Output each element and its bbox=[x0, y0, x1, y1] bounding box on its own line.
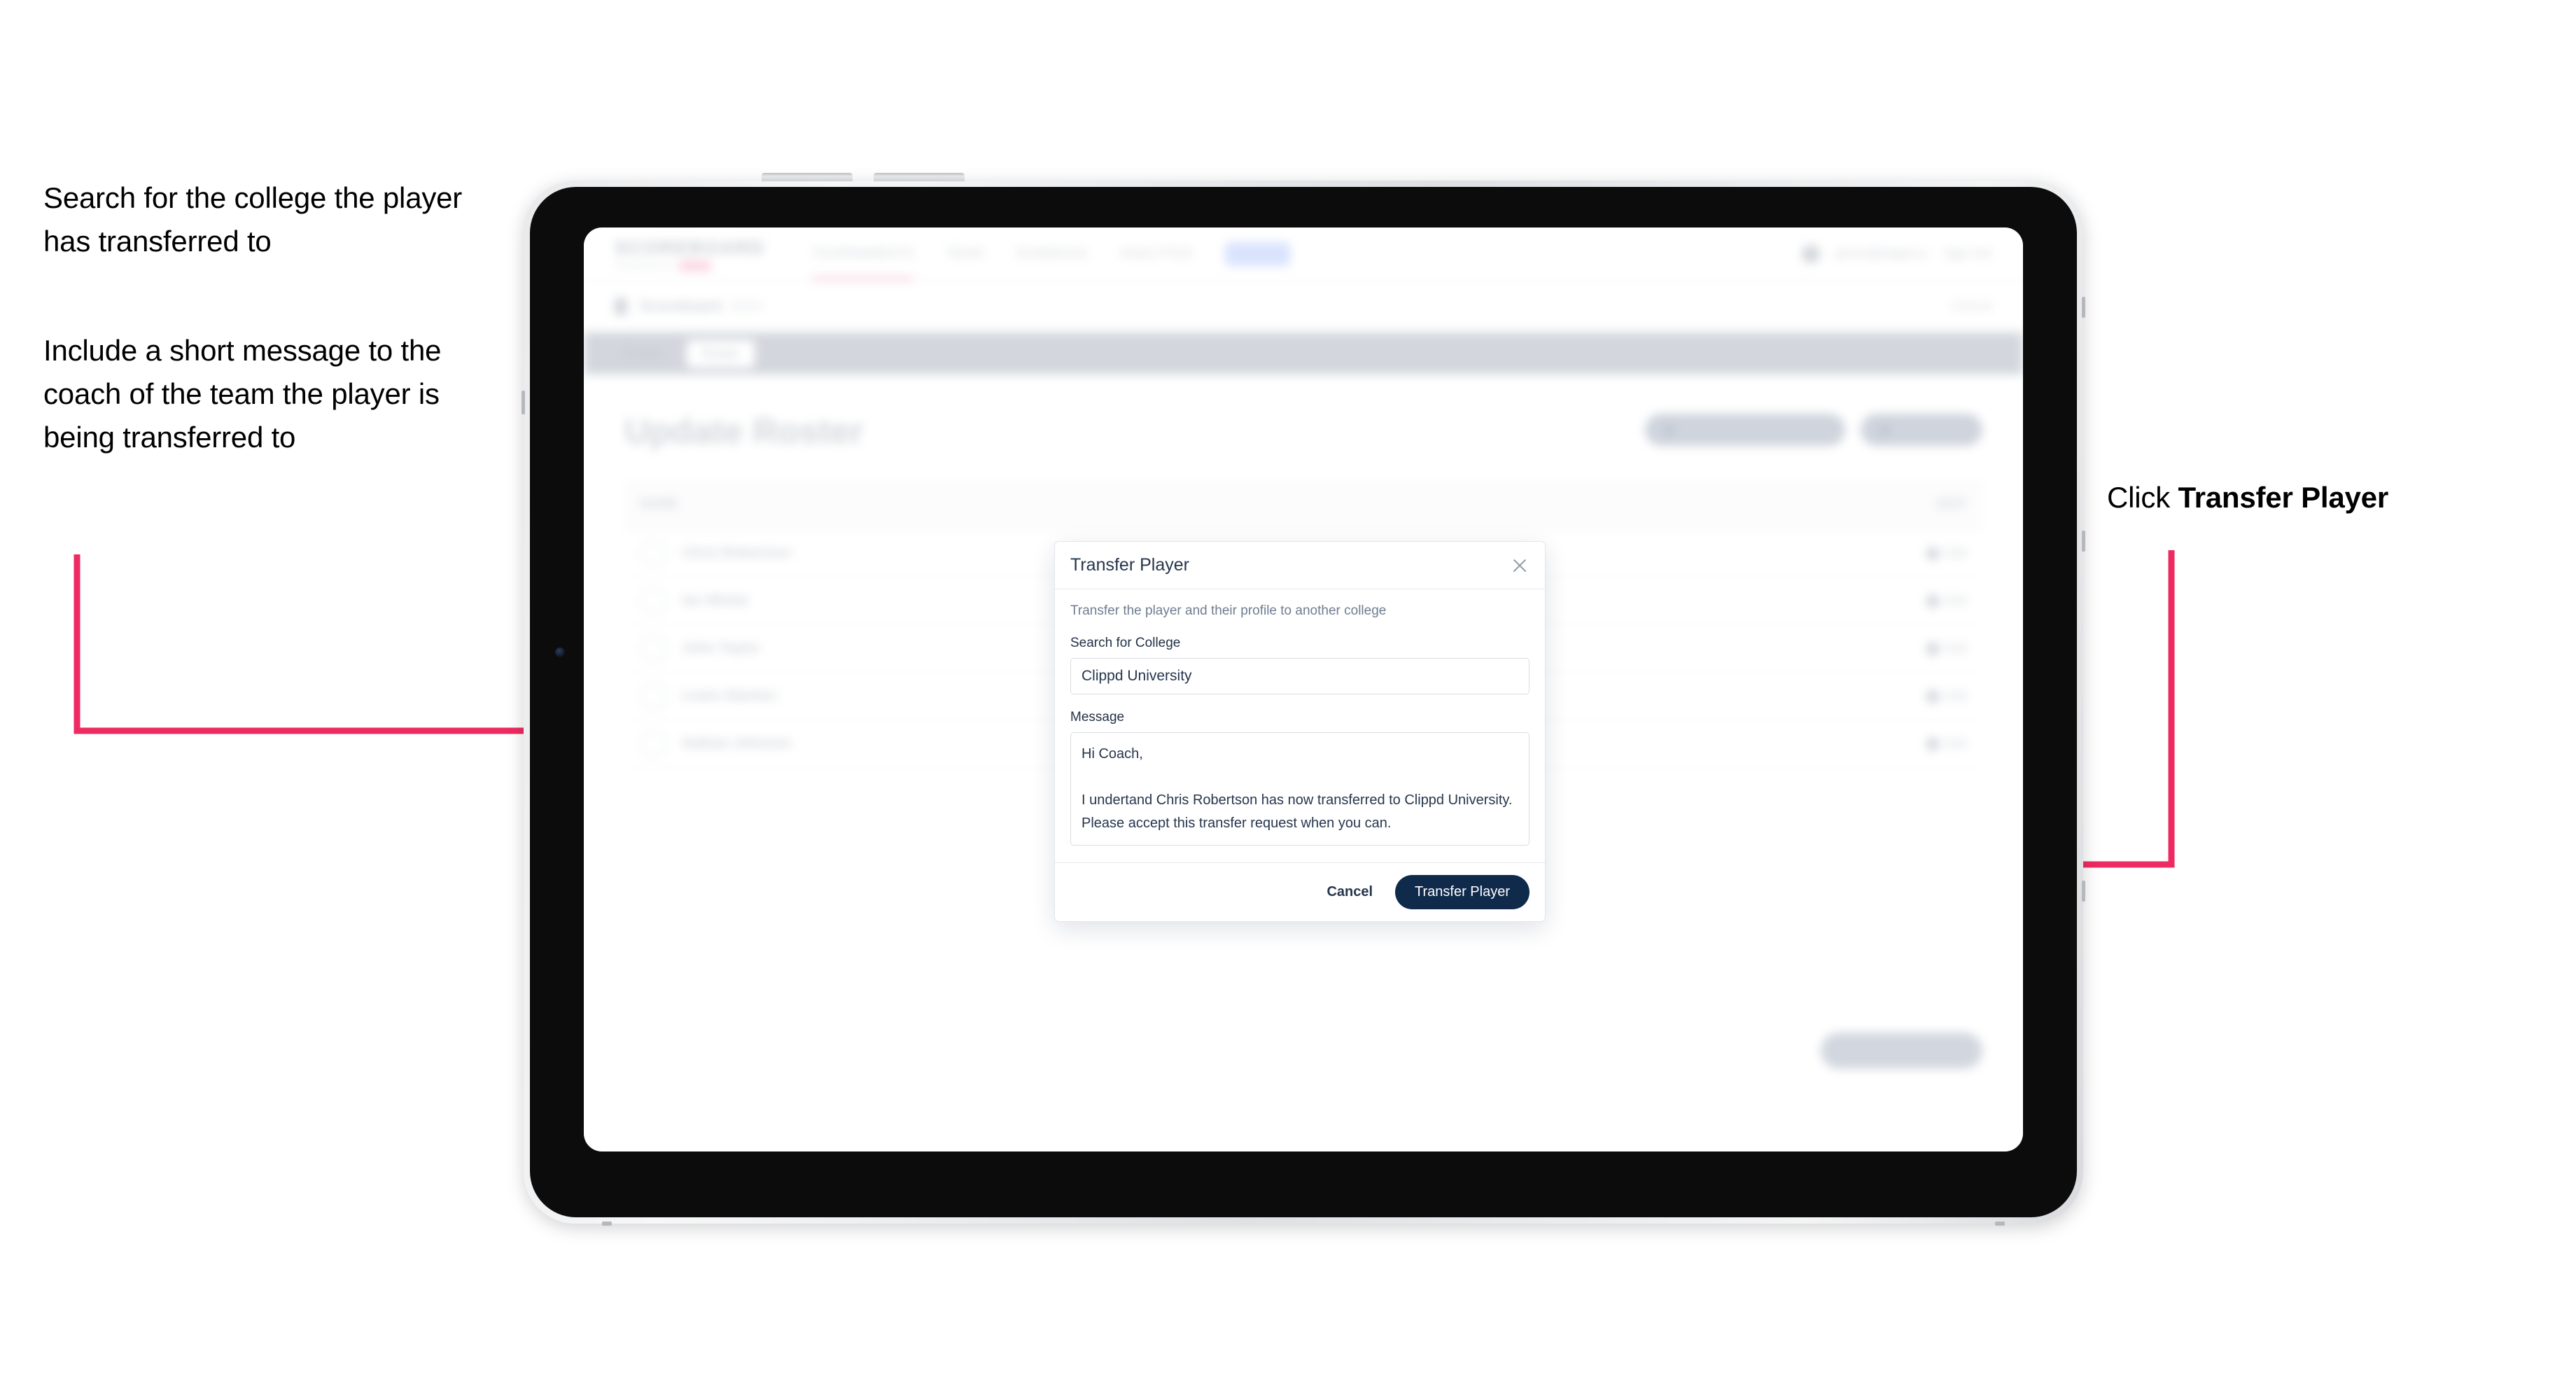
dialog-header: Transfer Player bbox=[1055, 542, 1545, 589]
annotation-click-prefix: Click bbox=[2107, 481, 2178, 514]
bottom-antenna-notch-1 bbox=[602, 1222, 612, 1226]
dialog-title: Transfer Player bbox=[1070, 555, 1189, 575]
search-college-input[interactable] bbox=[1070, 658, 1530, 694]
right-antenna-notch-1 bbox=[2082, 297, 2085, 318]
dialog-description: Transfer the player and their profile to… bbox=[1070, 603, 1387, 618]
modal-overlay: Transfer Player Transfer the player and … bbox=[584, 227, 2023, 1152]
dialog-footer: Cancel Transfer Player bbox=[1055, 862, 1545, 921]
close-icon[interactable] bbox=[1510, 556, 1530, 575]
tablet-screen: SCOREBOARD POWERED BY clippd TOURNAMENTS… bbox=[584, 227, 2023, 1152]
volume-up-button[interactable] bbox=[762, 173, 853, 181]
message-label: Message bbox=[1070, 710, 1125, 724]
tablet-bezel: SCOREBOARD POWERED BY clippd TOURNAMENTS… bbox=[530, 187, 2077, 1217]
front-camera-icon bbox=[555, 648, 565, 657]
right-antenna-notch-3 bbox=[2082, 881, 2085, 902]
cancel-button[interactable]: Cancel bbox=[1322, 883, 1377, 901]
left-antenna-notch bbox=[522, 391, 525, 414]
annotation-click-strong: Transfer Player bbox=[2178, 481, 2388, 514]
volume-down-button[interactable] bbox=[874, 173, 965, 181]
transfer-player-button[interactable]: Transfer Player bbox=[1395, 875, 1530, 909]
annotation-search-college: Search for the college the player has tr… bbox=[43, 181, 463, 258]
transfer-player-dialog: Transfer Player Transfer the player and … bbox=[1054, 541, 1546, 922]
annotation-click-transfer: Click Transfer Player bbox=[2107, 476, 2555, 519]
search-college-label: Search for College bbox=[1070, 636, 1181, 650]
dialog-body: Transfer the player and their profile to… bbox=[1055, 589, 1545, 862]
right-antenna-notch-2 bbox=[2082, 531, 2085, 552]
tablet-device: SCOREBOARD POWERED BY clippd TOURNAMENTS… bbox=[522, 173, 2085, 1226]
message-textarea[interactable]: Hi Coach, I undertand Chris Robertson ha… bbox=[1070, 732, 1530, 846]
bottom-antenna-notch-2 bbox=[1995, 1222, 2005, 1226]
annotation-include-message: Include a short message to the coach of … bbox=[43, 334, 442, 454]
